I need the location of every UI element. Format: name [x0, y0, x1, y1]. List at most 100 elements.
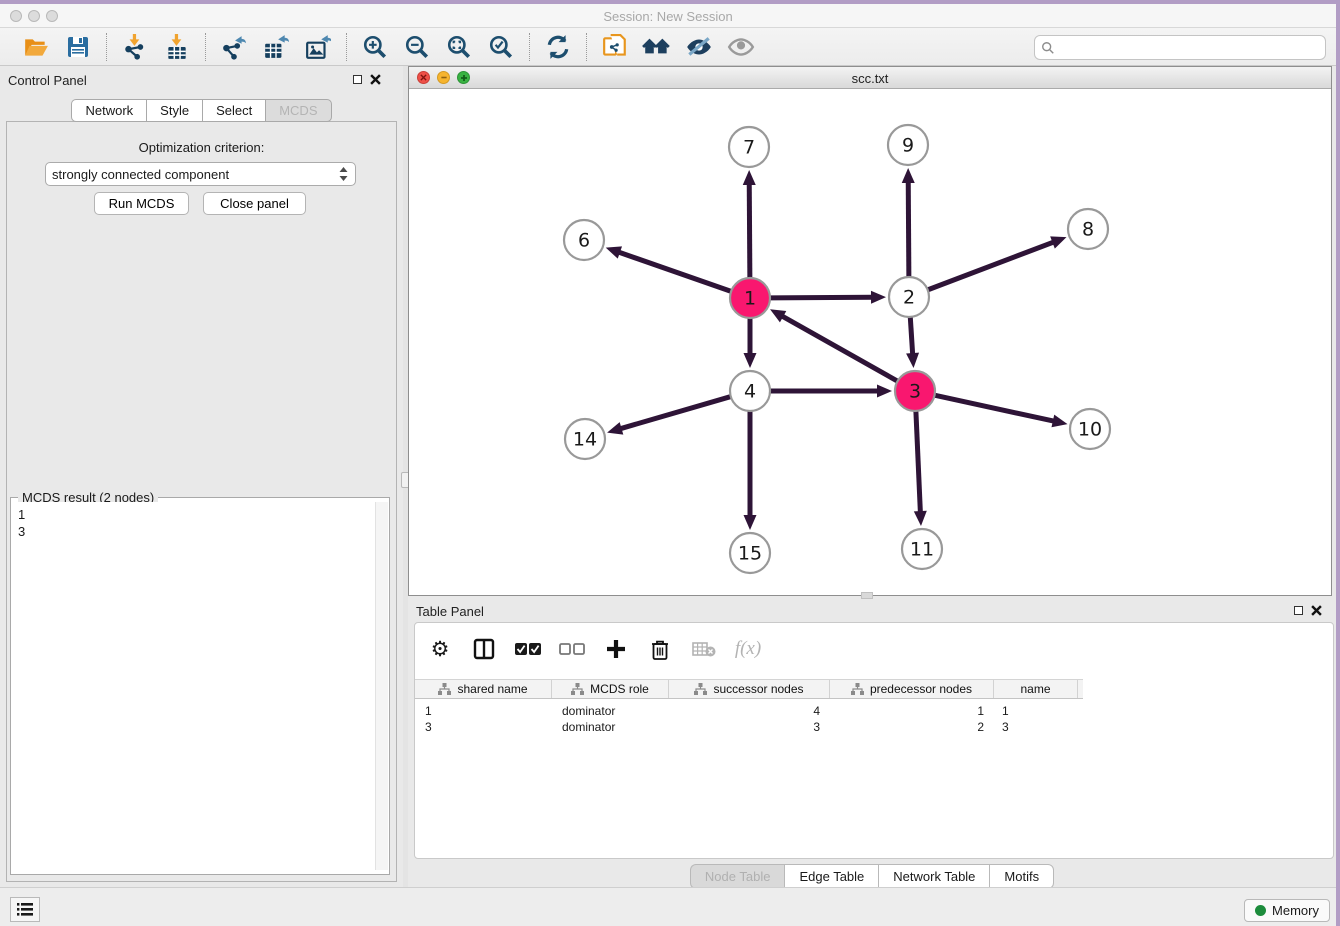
graph-node-label: 10 [1078, 419, 1102, 441]
column-header-successor-nodes[interactable]: successor nodes [669, 680, 830, 698]
cell-mcds-role: dominator [552, 703, 669, 719]
houses-icon [642, 34, 672, 60]
optimization-criterion-label: Optimization criterion: [0, 140, 403, 155]
criterion-dropdown[interactable]: strongly connected component [45, 162, 356, 186]
float-panel-icon[interactable] [353, 75, 362, 84]
select-all-rows-button[interactable] [513, 634, 543, 664]
import-table-button[interactable] [159, 31, 195, 63]
show-all-button[interactable] [723, 31, 759, 63]
deselect-all-rows-button[interactable] [557, 634, 587, 664]
cell-successor-nodes: 3 [669, 719, 830, 735]
column-header-name[interactable]: name [994, 680, 1078, 698]
attribute-icon [851, 683, 864, 695]
open-session-button[interactable] [18, 31, 54, 63]
network-graph: 7968124314101511 [409, 89, 1331, 595]
function-builder-button[interactable]: f(x) [733, 634, 763, 664]
zoom-selected-button[interactable] [483, 31, 519, 63]
tab-network-table[interactable]: Network Table [878, 864, 989, 889]
graph-edge-4-14[interactable] [620, 397, 731, 429]
graph-edge-2-3[interactable] [910, 317, 912, 355]
graph-edge-3-1[interactable] [781, 316, 897, 382]
zoom-fit-button[interactable] [441, 31, 477, 63]
window-title: Session: New Session [0, 9, 1336, 24]
cell-shared-name: 3 [415, 719, 552, 735]
stepper-arrows-icon [338, 166, 349, 182]
cell-successor-nodes: 4 [669, 703, 830, 719]
graph-edge-1-2[interactable] [770, 297, 873, 298]
mcds-result-text[interactable]: 1 3 [12, 502, 374, 870]
float-table-panel-icon[interactable] [1294, 606, 1303, 615]
column-header-shared-name[interactable]: shared name [415, 680, 552, 698]
graph-edge-arrow [871, 291, 886, 304]
select-all-icon [515, 642, 541, 656]
title-bar: Session: New Session [0, 4, 1336, 28]
tab-edge-table[interactable]: Edge Table [784, 864, 878, 889]
table-panel-header: Table Panel [408, 598, 1336, 624]
table-row[interactable]: 3 dominator 3 2 3 [415, 719, 1083, 735]
tab-network[interactable]: Network [71, 99, 146, 122]
graph-node-label: 7 [743, 137, 755, 159]
result-line: 3 [18, 523, 368, 540]
graph-edge-3-10[interactable] [935, 395, 1055, 421]
graph-edge-arrow [606, 246, 622, 258]
zoom-selected-icon [488, 34, 514, 60]
open-folder-icon [23, 34, 49, 60]
graph-edge-arrow [743, 170, 756, 185]
memory-status-icon [1255, 905, 1266, 916]
graph-edge-1-6[interactable] [618, 252, 731, 292]
export-image-icon [305, 34, 331, 60]
cell-name: 1 [994, 703, 1078, 719]
graph-node-label: 9 [902, 135, 914, 157]
export-image-button[interactable] [300, 31, 336, 63]
graph-edge-2-9[interactable] [908, 181, 909, 277]
graph-edge-arrow [902, 168, 915, 183]
table-settings-button[interactable]: ⚙ [425, 634, 455, 664]
criterion-value: strongly connected component [52, 167, 338, 182]
graph-node-label: 11 [910, 539, 934, 561]
export-table-button[interactable] [258, 31, 294, 63]
show-columns-button[interactable] [469, 634, 499, 664]
tab-node-table[interactable]: Node Table [690, 864, 785, 889]
delete-column-button[interactable] [645, 634, 675, 664]
first-neighbors-button[interactable] [639, 31, 675, 63]
tab-select[interactable]: Select [202, 99, 265, 122]
tab-style[interactable]: Style [146, 99, 202, 122]
deselect-all-icon [559, 642, 585, 656]
graph-edge-1-7[interactable] [749, 183, 750, 278]
run-mcds-button[interactable]: Run MCDS [94, 192, 189, 215]
save-icon [66, 35, 90, 59]
column-header-mcds-role[interactable]: MCDS role [552, 680, 669, 698]
network-canvas[interactable]: 7968124314101511 [409, 89, 1331, 595]
graph-edge-arrow [906, 353, 919, 368]
status-bar: Memory [0, 887, 1336, 926]
search-input[interactable] [1055, 41, 1319, 55]
plus-icon [606, 639, 626, 659]
close-table-panel-icon[interactable] [1311, 605, 1322, 616]
result-scrollbar[interactable] [375, 502, 388, 870]
task-history-button[interactable] [10, 897, 40, 922]
column-header-predecessor-nodes[interactable]: predecessor nodes [830, 680, 994, 698]
eye-slash-icon [685, 34, 713, 60]
import-network-button[interactable] [117, 31, 153, 63]
save-session-button[interactable] [60, 31, 96, 63]
create-column-button[interactable] [601, 634, 631, 664]
tab-motifs[interactable]: Motifs [989, 864, 1054, 889]
close-panel-icon[interactable] [370, 74, 381, 85]
delete-table-button[interactable] [689, 634, 719, 664]
export-network-button[interactable] [216, 31, 252, 63]
hide-selected-button[interactable] [681, 31, 717, 63]
new-network-from-selection-button[interactable] [597, 31, 633, 63]
list-icon [17, 903, 33, 916]
graph-edge-2-8[interactable] [928, 242, 1055, 290]
apply-layout-button[interactable] [540, 31, 576, 63]
graph-edge-3-11[interactable] [916, 411, 921, 513]
close-panel-button[interactable]: Close panel [203, 192, 306, 215]
app-window: Session: New Session [0, 4, 1336, 926]
zoom-out-button[interactable] [399, 31, 435, 63]
result-line: 1 [18, 506, 368, 523]
memory-button[interactable]: Memory [1244, 899, 1330, 922]
tab-mcds[interactable]: MCDS [265, 99, 331, 122]
table-row[interactable]: 1 dominator 4 1 1 [415, 703, 1083, 719]
zoom-in-button[interactable] [357, 31, 393, 63]
search-field [1034, 35, 1326, 60]
